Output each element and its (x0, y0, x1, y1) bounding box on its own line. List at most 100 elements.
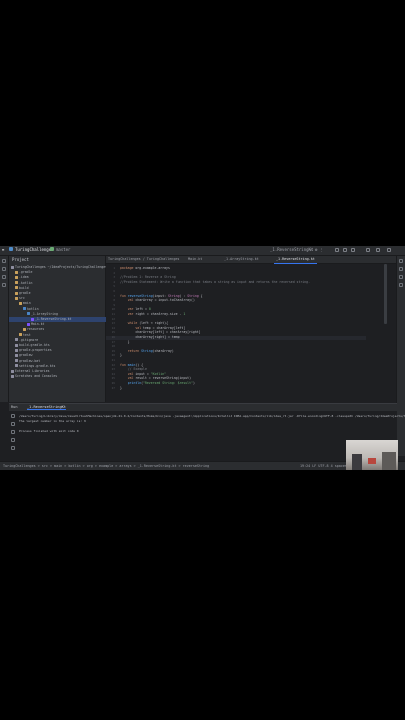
code-line[interactable]: return String(charArray) (120, 349, 174, 353)
file-icon (31, 317, 34, 321)
ide-window: ≡ TuringChallenges master _1.ReverseStri… (0, 246, 405, 470)
code-line[interactable]: } (120, 353, 122, 357)
line-number: 4 (113, 279, 115, 284)
code-line[interactable]: fun main() { (120, 363, 143, 367)
settings-icon[interactable] (351, 248, 355, 252)
code-line[interactable]: println("Reversed String: $result") (120, 381, 195, 385)
line-number-gutter: 1 2 3 4 5 6 7 8 9 10 11 12 13 14 15 16 17 18 19 20 21 22 23 24 2… (106, 264, 116, 402)
structure-tool-icon[interactable] (2, 275, 6, 279)
line-number: 25 (111, 376, 115, 381)
file-icon (15, 359, 18, 363)
code-line[interactable]: fun reverseString(input: String) : Strin… (120, 294, 203, 298)
code-area[interactable]: package org.example.arrays //Problem 1: R… (120, 264, 380, 402)
run-panel-header: Run _1.ReverseStringKt (9, 404, 397, 411)
tree-item-label: _1.ReverseString.kt (35, 317, 72, 321)
file-icon (27, 312, 30, 316)
close-icon[interactable] (387, 248, 391, 252)
print-icon[interactable] (11, 438, 15, 442)
main-menu-button[interactable]: ≡ (2, 247, 4, 252)
gradle-tool-icon[interactable] (399, 267, 403, 271)
editor-tab[interactable]: Main.kt (186, 256, 204, 263)
file-icon (15, 338, 18, 342)
webcam-object (382, 452, 396, 470)
code-line[interactable]: //Problem Statement: Write a function th… (120, 280, 310, 284)
webcam-overlay (346, 440, 398, 470)
line-number: 24 (111, 371, 115, 376)
code-line[interactable]: // Example (120, 367, 147, 371)
debug-icon[interactable] (335, 248, 339, 252)
line-number: 14 (111, 325, 115, 330)
branch-icon (50, 247, 54, 251)
code-line[interactable]: charArray[left] = charArray[right] (120, 330, 200, 334)
run-toolbar (9, 412, 17, 456)
code-line[interactable]: val charArray = input.toCharArray() (120, 298, 195, 302)
editor-tab[interactable]: TuringChallenges / TuringChallenges (106, 256, 181, 263)
project-tool-icon[interactable] (2, 259, 6, 263)
code-line[interactable]: package org.example.arrays (120, 266, 170, 270)
code-line[interactable]: var right = charArray.size - 1 (120, 312, 186, 316)
webcam-object (352, 454, 362, 470)
file-icon (15, 364, 18, 368)
code-editor[interactable]: 1 2 3 4 5 6 7 8 9 10 11 12 13 14 15 16 17 18 19 20 21 22 23 24 2… (106, 264, 382, 402)
project-icon (9, 247, 13, 251)
maximize-icon[interactable] (376, 248, 380, 252)
code-line[interactable]: val input = "Kotlin" (120, 372, 166, 376)
code-line[interactable]: } (120, 386, 122, 390)
tree-item-label: gradle (19, 291, 31, 295)
line-number: 20 (111, 353, 115, 358)
code-line[interactable]: while (left < right){ (120, 321, 168, 325)
tree-item-label: build (19, 285, 29, 290)
console-output-line: Process finished with exit code 0 (19, 429, 79, 433)
minimize-icon[interactable] (366, 248, 370, 252)
file-icon (15, 353, 18, 357)
delete-icon[interactable] (11, 446, 15, 450)
code-line[interactable]: val result = reverseString(input) (120, 376, 191, 380)
line-number: 2 (113, 270, 115, 275)
file-icon (19, 333, 22, 337)
scroll-to-end-icon[interactable] (11, 430, 15, 434)
console-output-line: /Users/Turing/Library/Java/JavaVirtualMa… (19, 414, 405, 418)
file-icon (11, 374, 14, 378)
more-tools-icon[interactable] (2, 283, 6, 287)
ai-assistant-icon[interactable] (399, 283, 403, 287)
code-line[interactable]: val temp = charArray[left] (120, 326, 185, 330)
tree-item[interactable]: Scratches and Consoles (11, 374, 57, 379)
code-line[interactable]: } (120, 340, 130, 344)
code-line[interactable]: var left = 0 (120, 307, 151, 311)
commit-tool-icon[interactable] (2, 267, 6, 271)
tree-item-label: main (23, 301, 31, 306)
title-bar: ≡ TuringChallenges master _1.ReverseStri… (0, 246, 405, 256)
branch-name[interactable]: master (56, 247, 70, 252)
file-icon (19, 301, 22, 305)
editor-tab[interactable]: _1.ReverseString.kt (274, 256, 317, 264)
line-number: 13 (111, 321, 115, 326)
project-name[interactable]: TuringChallenges (15, 247, 54, 252)
search-icon[interactable] (343, 248, 347, 252)
file-icon (15, 296, 18, 300)
line-number: 23 (111, 367, 115, 372)
editor-tabs: TuringChallenges / TuringChallenges Main.… (106, 256, 397, 264)
tree-item-label: src (19, 296, 25, 301)
run-config-selector[interactable]: _1.ReverseStringKt (270, 247, 313, 252)
line-number: 26 (111, 381, 115, 385)
tree-item-label: .gitignore (19, 337, 39, 342)
status-info[interactable]: 19:24 LF UTF-8 4 spaces (300, 464, 347, 468)
notifications-icon[interactable] (399, 259, 403, 263)
line-number: 11 (111, 312, 115, 316)
code-line[interactable]: //Problem 1: Reverse a String (120, 275, 176, 279)
database-tool-icon[interactable] (399, 275, 403, 279)
editor-scrollbar[interactable] (384, 264, 387, 324)
run-controls[interactable]: ▷ ⚙ ⋮ (310, 247, 324, 252)
line-number: 5 (113, 284, 115, 289)
rerun-icon[interactable] (11, 414, 15, 418)
stop-icon[interactable] (11, 422, 15, 426)
tree-item-label: TuringChallenges ~/IdeaProjects/TuringCh… (15, 265, 108, 269)
left-tool-strip (0, 256, 9, 402)
file-icon (15, 286, 18, 290)
navigation-breadcrumb[interactable]: TuringChallenges > src > main > kotlin >… (3, 464, 209, 468)
code-line[interactable]: charArray[right] = temp (120, 335, 179, 339)
editor-tab[interactable]: _1.ArrayString.kt (222, 256, 261, 263)
file-icon (15, 275, 18, 279)
tree-item-label: gradle.properties (19, 348, 52, 353)
run-tab[interactable]: _1.ReverseStringKt (27, 405, 66, 410)
